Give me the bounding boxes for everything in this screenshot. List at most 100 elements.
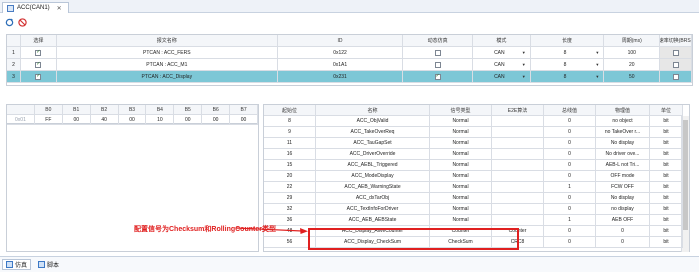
signal-type[interactable]: Normal (430, 193, 492, 204)
signal-type[interactable]: Normal (430, 160, 492, 171)
tab-acc-can1[interactable]: ACC(CAN1) ✕ (2, 2, 69, 13)
physical-value[interactable]: 0 (596, 226, 650, 237)
bus-value[interactable]: 0 (544, 138, 596, 149)
e2e-algorithm[interactable] (492, 116, 544, 127)
signal-name[interactable]: ACC_DriverOverride (316, 149, 430, 160)
e2e-algorithm[interactable] (492, 182, 544, 193)
brs-cell[interactable] (660, 47, 692, 59)
chevron-down-icon[interactable]: ▼ (522, 50, 526, 56)
column-header[interactable]: 模式 (472, 35, 531, 47)
bus-value[interactable]: 0 (544, 204, 596, 215)
message-row[interactable]: 2 ✓ PTCAN : ACC_M1 0x1A1 CAN ▼ 8 ▼ 20 (7, 59, 692, 71)
mode-select[interactable]: CAN ▼ (472, 59, 531, 71)
signal-row[interactable]: 8 ACC_ObjValid Normal 0 no object bit (264, 116, 689, 127)
bus-value[interactable]: 0 (544, 237, 596, 248)
select-cell[interactable]: ✓ (20, 71, 57, 83)
e2e-algorithm[interactable] (492, 160, 544, 171)
length-dropdown[interactable]: 8 ▼ (531, 62, 604, 68)
length-dropdown[interactable]: 8 ▼ (531, 74, 604, 80)
bus-value[interactable]: 0 (544, 171, 596, 182)
period-value[interactable]: 20 (604, 59, 661, 71)
bus-value[interactable]: 1 (544, 215, 596, 226)
message-row[interactable]: 1 ✓ PTCAN : ACC_FERS 0x122 CAN ▼ 8 ▼ 100 (7, 47, 692, 59)
signal-name[interactable]: ACC_TextInfoForDriver (316, 204, 430, 215)
chevron-down-icon[interactable]: ▼ (595, 62, 599, 68)
column-header[interactable]: 选择 (20, 35, 57, 47)
column-header[interactable]: 报文名称 (56, 35, 278, 47)
signal-column-header[interactable]: 名称 (316, 105, 430, 116)
select-checkbox[interactable]: ✓ (35, 49, 42, 56)
signal-name[interactable]: ACC_ObjValid (316, 116, 430, 127)
column-header[interactable]: ID (277, 35, 404, 47)
chevron-down-icon[interactable]: ▼ (522, 74, 526, 80)
bus-value[interactable]: 0 (544, 127, 596, 138)
message-row[interactable]: 3 ✓ PTCAN : ACC_Display 0x231 ✓ CAN ▼ 8 ▼ 50 (7, 71, 692, 83)
signal-name[interactable]: ACC_ModeDisplay (316, 171, 430, 182)
e2e-algorithm[interactable] (492, 204, 544, 215)
bottom-tab[interactable]: 仿真 (2, 259, 32, 270)
chevron-down-icon[interactable]: ▼ (595, 74, 599, 80)
physical-value[interactable]: OFF mode (596, 171, 650, 182)
dynamic-sim-cell[interactable]: ✓ (403, 71, 473, 83)
dynamic-sim-cell[interactable] (403, 59, 473, 71)
signal-type[interactable]: Normal (430, 138, 492, 149)
signal-name[interactable]: ACC_dxTarObj (316, 193, 430, 204)
physical-value[interactable]: FCW OFF (596, 182, 650, 193)
e2e-algorithm[interactable] (492, 193, 544, 204)
physical-value[interactable]: No display (596, 138, 650, 149)
select-cell[interactable]: ✓ (20, 47, 57, 59)
bus-value[interactable]: 0 (544, 193, 596, 204)
signal-row[interactable]: 29 ACC_dxTarObj Normal 0 No display bit (264, 193, 689, 204)
dynamic-sim-cell[interactable] (403, 47, 473, 59)
signal-row[interactable]: 11 ACC_TauGapSet Normal 0 No display bit (264, 138, 689, 149)
signal-column-header[interactable]: 总线值 (544, 105, 596, 116)
brs-cell[interactable] (660, 71, 692, 83)
signal-column-header[interactable]: 起始位 (264, 105, 316, 116)
length-dropdown[interactable]: 8 ▼ (531, 50, 604, 56)
bottom-tab[interactable]: 脚本 (35, 259, 62, 270)
signal-name[interactable]: ACC_TauGapSet (316, 138, 430, 149)
column-header[interactable]: 长度 (530, 35, 605, 47)
signal-type[interactable]: Normal (430, 116, 492, 127)
mode-select[interactable]: CAN ▼ (472, 47, 531, 59)
dynamic-sim-checkbox[interactable] (434, 49, 441, 56)
brs-checkbox[interactable] (672, 73, 679, 80)
signal-column-header[interactable]: E2E算法 (492, 105, 544, 116)
length-select[interactable]: 8 ▼ (530, 71, 605, 83)
physical-value[interactable]: no object (596, 116, 650, 127)
select-checkbox[interactable]: ✓ (35, 73, 42, 80)
signal-column-header[interactable]: 物理值 (596, 105, 650, 116)
e2e-algorithm[interactable] (492, 127, 544, 138)
signal-name[interactable]: ACC_AEB_AEBState (316, 215, 430, 226)
signal-row[interactable]: 9 ACC_TakeOverReq Normal 0 no TakeOver r... b… (264, 127, 689, 138)
signal-row[interactable]: 22 ACC_AEB_WarningState Normal 1 FCW OFF bit (264, 182, 689, 193)
e2e-algorithm[interactable] (492, 215, 544, 226)
select-cell[interactable]: ✓ (20, 59, 57, 71)
signal-type[interactable]: Normal (430, 204, 492, 215)
physical-value[interactable]: No driver ove... (596, 149, 650, 160)
period-value[interactable]: 50 (604, 71, 661, 83)
close-icon[interactable]: ✕ (57, 5, 62, 12)
column-header[interactable]: 动态仿真 (403, 35, 473, 47)
signal-row[interactable]: 16 ACC_DriverOverride Normal 0 No driver ove… (264, 149, 689, 160)
signal-row[interactable]: 20 ACC_ModeDisplay Normal 0 OFF mode bit (264, 171, 689, 182)
period-value[interactable]: 100 (604, 47, 661, 59)
length-select[interactable]: 8 ▼ (530, 47, 605, 59)
signal-name[interactable]: ACC_TakeOverReq (316, 127, 430, 138)
stop-icon[interactable] (17, 18, 27, 28)
column-header[interactable]: 速率切换(BRS) (660, 35, 692, 47)
signal-column-header[interactable]: 信号类型 (430, 105, 492, 116)
physical-value[interactable]: AEB-L not Tri... (596, 160, 650, 171)
signal-row[interactable]: 15 ACC_AEBL_Triggered Normal 0 AEB-L not Tri… (264, 160, 689, 171)
brs-cell[interactable] (660, 59, 692, 71)
signal-type[interactable]: Normal (430, 127, 492, 138)
signal-row[interactable]: 32 ACC_TextInfoForDriver Normal 0 no display… (264, 204, 689, 215)
mode-select[interactable]: CAN ▼ (472, 71, 531, 83)
mode-dropdown[interactable]: CAN ▼ (473, 62, 530, 68)
bus-value[interactable]: 0 (544, 160, 596, 171)
dynamic-sim-checkbox[interactable]: ✓ (434, 73, 441, 80)
chevron-down-icon[interactable]: ▼ (522, 62, 526, 68)
signal-name[interactable]: ACC_AEB_WarningState (316, 182, 430, 193)
signal-row[interactable]: 36 ACC_AEB_AEBState Normal 1 AEB OFF bit (264, 215, 689, 226)
signal-type[interactable]: Normal (430, 171, 492, 182)
